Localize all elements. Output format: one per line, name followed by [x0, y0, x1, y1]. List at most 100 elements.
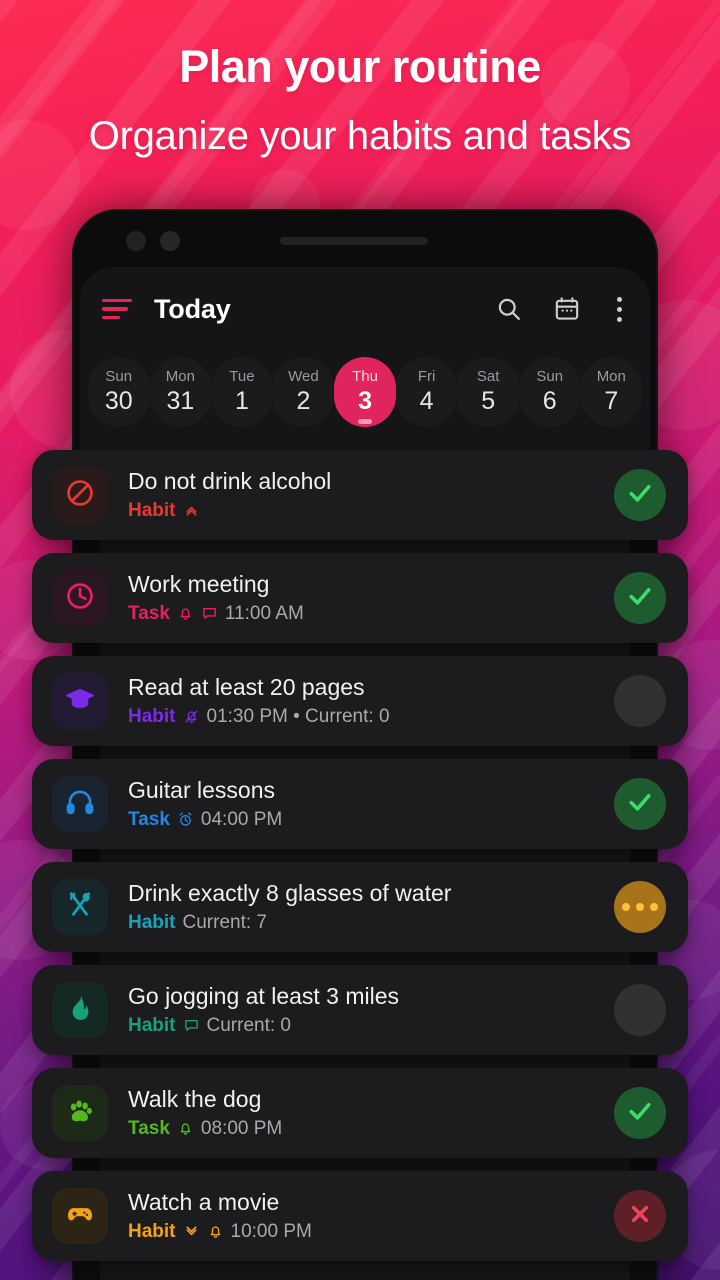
check-icon — [625, 1096, 655, 1131]
date-number: 1 — [234, 387, 249, 415]
task-title: Walk the dog — [128, 1086, 262, 1113]
date-number: 31 — [166, 387, 195, 415]
date-chip-wed-2[interactable]: Wed 2 — [272, 357, 335, 427]
chevron-down-priority-icon — [183, 1223, 200, 1240]
promo-headline: Plan your routine — [179, 41, 541, 92]
task-time: 11:00 AM — [224, 602, 304, 624]
task-row[interactable]: Read at least 20 pages Habit 01:30 PM • … — [32, 656, 688, 746]
date-chip-sat-5[interactable]: Sat 5 — [457, 357, 519, 427]
task-title: Guitar lessons — [128, 777, 276, 804]
task-meta: Habit — [128, 500, 614, 522]
task-meta: Task 04:00 PM — [128, 809, 614, 831]
task-icon-tile — [52, 570, 108, 626]
date-number: 30 — [104, 387, 133, 415]
kebab-menu-icon[interactable] — [611, 293, 628, 326]
task-title: Work meeting — [128, 571, 270, 598]
page-title: Today — [154, 293, 231, 324]
task-title: Do not drink alcohol — [128, 468, 332, 495]
date-weekday: Wed — [288, 368, 319, 385]
task-title: Watch a movie — [128, 1189, 280, 1216]
no-alcohol-icon — [64, 477, 96, 514]
task-title: Read at least 20 pages — [128, 674, 365, 701]
task-icon-tile — [52, 1188, 108, 1244]
date-number: 6 — [542, 387, 557, 415]
task-status-partial-button[interactable] — [614, 881, 666, 933]
task-row[interactable]: Go jogging at least 3 miles Habit Curren… — [32, 965, 688, 1055]
earpiece-speaker — [280, 237, 428, 245]
task-text-block: Work meeting Task 11:00 AM — [128, 571, 614, 624]
task-text-block: Guitar lessons Task 04:00 PM — [128, 777, 614, 830]
date-number: 7 — [604, 387, 619, 415]
date-weekday: Thu — [352, 368, 378, 385]
date-number: 4 — [419, 387, 434, 415]
task-text-block: Watch a movie Habit 10:00 PM — [128, 1189, 614, 1242]
task-row[interactable]: Do not drink alcohol Habit — [32, 450, 688, 540]
task-icon-tile — [52, 673, 108, 729]
task-time: 01:30 PM • Current: 0 — [206, 705, 390, 727]
task-text-block: Go jogging at least 3 miles Habit Curren… — [128, 983, 614, 1036]
task-status-failed-button[interactable] — [614, 1190, 666, 1242]
task-meta: Habit 01:30 PM • Current: 0 — [128, 706, 614, 728]
date-chip-thu-3-selected[interactable]: Thu 3 — [334, 357, 396, 427]
task-kind-label: Task — [128, 808, 170, 830]
date-chip-fri-4[interactable]: Fri 4 — [395, 357, 458, 427]
date-chip-sun-6[interactable]: Sun 6 — [518, 357, 581, 427]
date-weekday: Mon — [596, 368, 626, 385]
date-strip[interactable]: Sun 30 Mon 31 Tue 1 Wed 2 Thu 3 Fri 4 Sat 5 Sun… — [80, 353, 650, 431]
task-time: 10:00 PM — [230, 1220, 312, 1242]
task-row[interactable]: Work meeting Task 11:00 AM — [32, 553, 688, 643]
task-status-done-button[interactable] — [614, 469, 666, 521]
calendar-icon[interactable] — [553, 295, 581, 323]
bell-icon — [207, 1223, 224, 1240]
date-weekday: Sun — [536, 368, 564, 385]
task-title: Go jogging at least 3 miles — [128, 983, 400, 1010]
promo-text-block: Plan your routine Organize your habits a… — [0, 0, 720, 158]
date-chip-sun-30[interactable]: Sun 30 — [88, 357, 150, 427]
task-text-block: Do not drink alcohol Habit — [128, 468, 614, 521]
task-status-done-button[interactable] — [614, 778, 666, 830]
task-title: Drink exactly 8 glasses of water — [128, 880, 452, 907]
hamburger-icon[interactable] — [102, 298, 132, 320]
flame-icon — [64, 992, 96, 1029]
task-list[interactable]: Do not drink alcohol Habit Work meeting … — [32, 450, 688, 1274]
note-icon — [183, 1017, 200, 1034]
task-progress: Current: 0 — [206, 1014, 291, 1036]
date-weekday: Mon — [165, 368, 195, 385]
task-icon-tile — [52, 467, 108, 523]
promo-subheadline: Organize your habits and tasks — [88, 113, 632, 158]
task-icon-tile — [52, 776, 108, 832]
alarm-icon — [177, 811, 194, 828]
date-chip-mon-31[interactable]: Mon 31 — [149, 357, 212, 427]
task-progress: Current: 7 — [182, 911, 267, 933]
date-number: 2 — [296, 387, 311, 415]
task-row[interactable]: Drink exactly 8 glasses of water Habit C… — [32, 862, 688, 952]
task-meta: Habit Current: 0 — [128, 1015, 614, 1037]
task-text-block: Read at least 20 pages Habit 01:30 PM • … — [128, 674, 614, 727]
cutlery-icon — [64, 889, 96, 926]
graduation-cap-icon — [64, 683, 96, 720]
task-status-pending-button[interactable] — [614, 675, 666, 727]
task-status-done-button[interactable] — [614, 572, 666, 624]
cross-icon — [626, 1200, 654, 1233]
task-row[interactable]: Walk the dog Task 08:00 PM — [32, 1068, 688, 1158]
task-kind-label: Habit — [128, 499, 176, 521]
bell-icon — [177, 605, 194, 622]
date-chip-mon-7[interactable]: Mon 7 — [580, 357, 643, 427]
search-icon[interactable] — [495, 295, 523, 323]
task-kind-label: Task — [128, 1117, 170, 1139]
date-weekday: Fri — [417, 368, 436, 385]
date-chip-tue-1[interactable]: Tue 1 — [211, 357, 273, 427]
camera-dot-icon — [160, 231, 180, 251]
task-meta: Habit 10:00 PM — [128, 1221, 614, 1243]
check-icon — [625, 478, 655, 513]
task-text-block: Drink exactly 8 glasses of water Habit C… — [128, 880, 614, 933]
chevron-up-priority-icon — [183, 502, 200, 519]
date-weekday: Sat — [476, 368, 500, 385]
task-status-done-button[interactable] — [614, 1087, 666, 1139]
task-row[interactable]: Watch a movie Habit 10:00 PM — [32, 1171, 688, 1261]
task-kind-label: Habit — [128, 1014, 176, 1036]
task-kind-label: Habit — [128, 911, 176, 933]
task-status-pending-button[interactable] — [614, 984, 666, 1036]
task-row[interactable]: Guitar lessons Task 04:00 PM — [32, 759, 688, 849]
paw-icon — [64, 1095, 96, 1132]
